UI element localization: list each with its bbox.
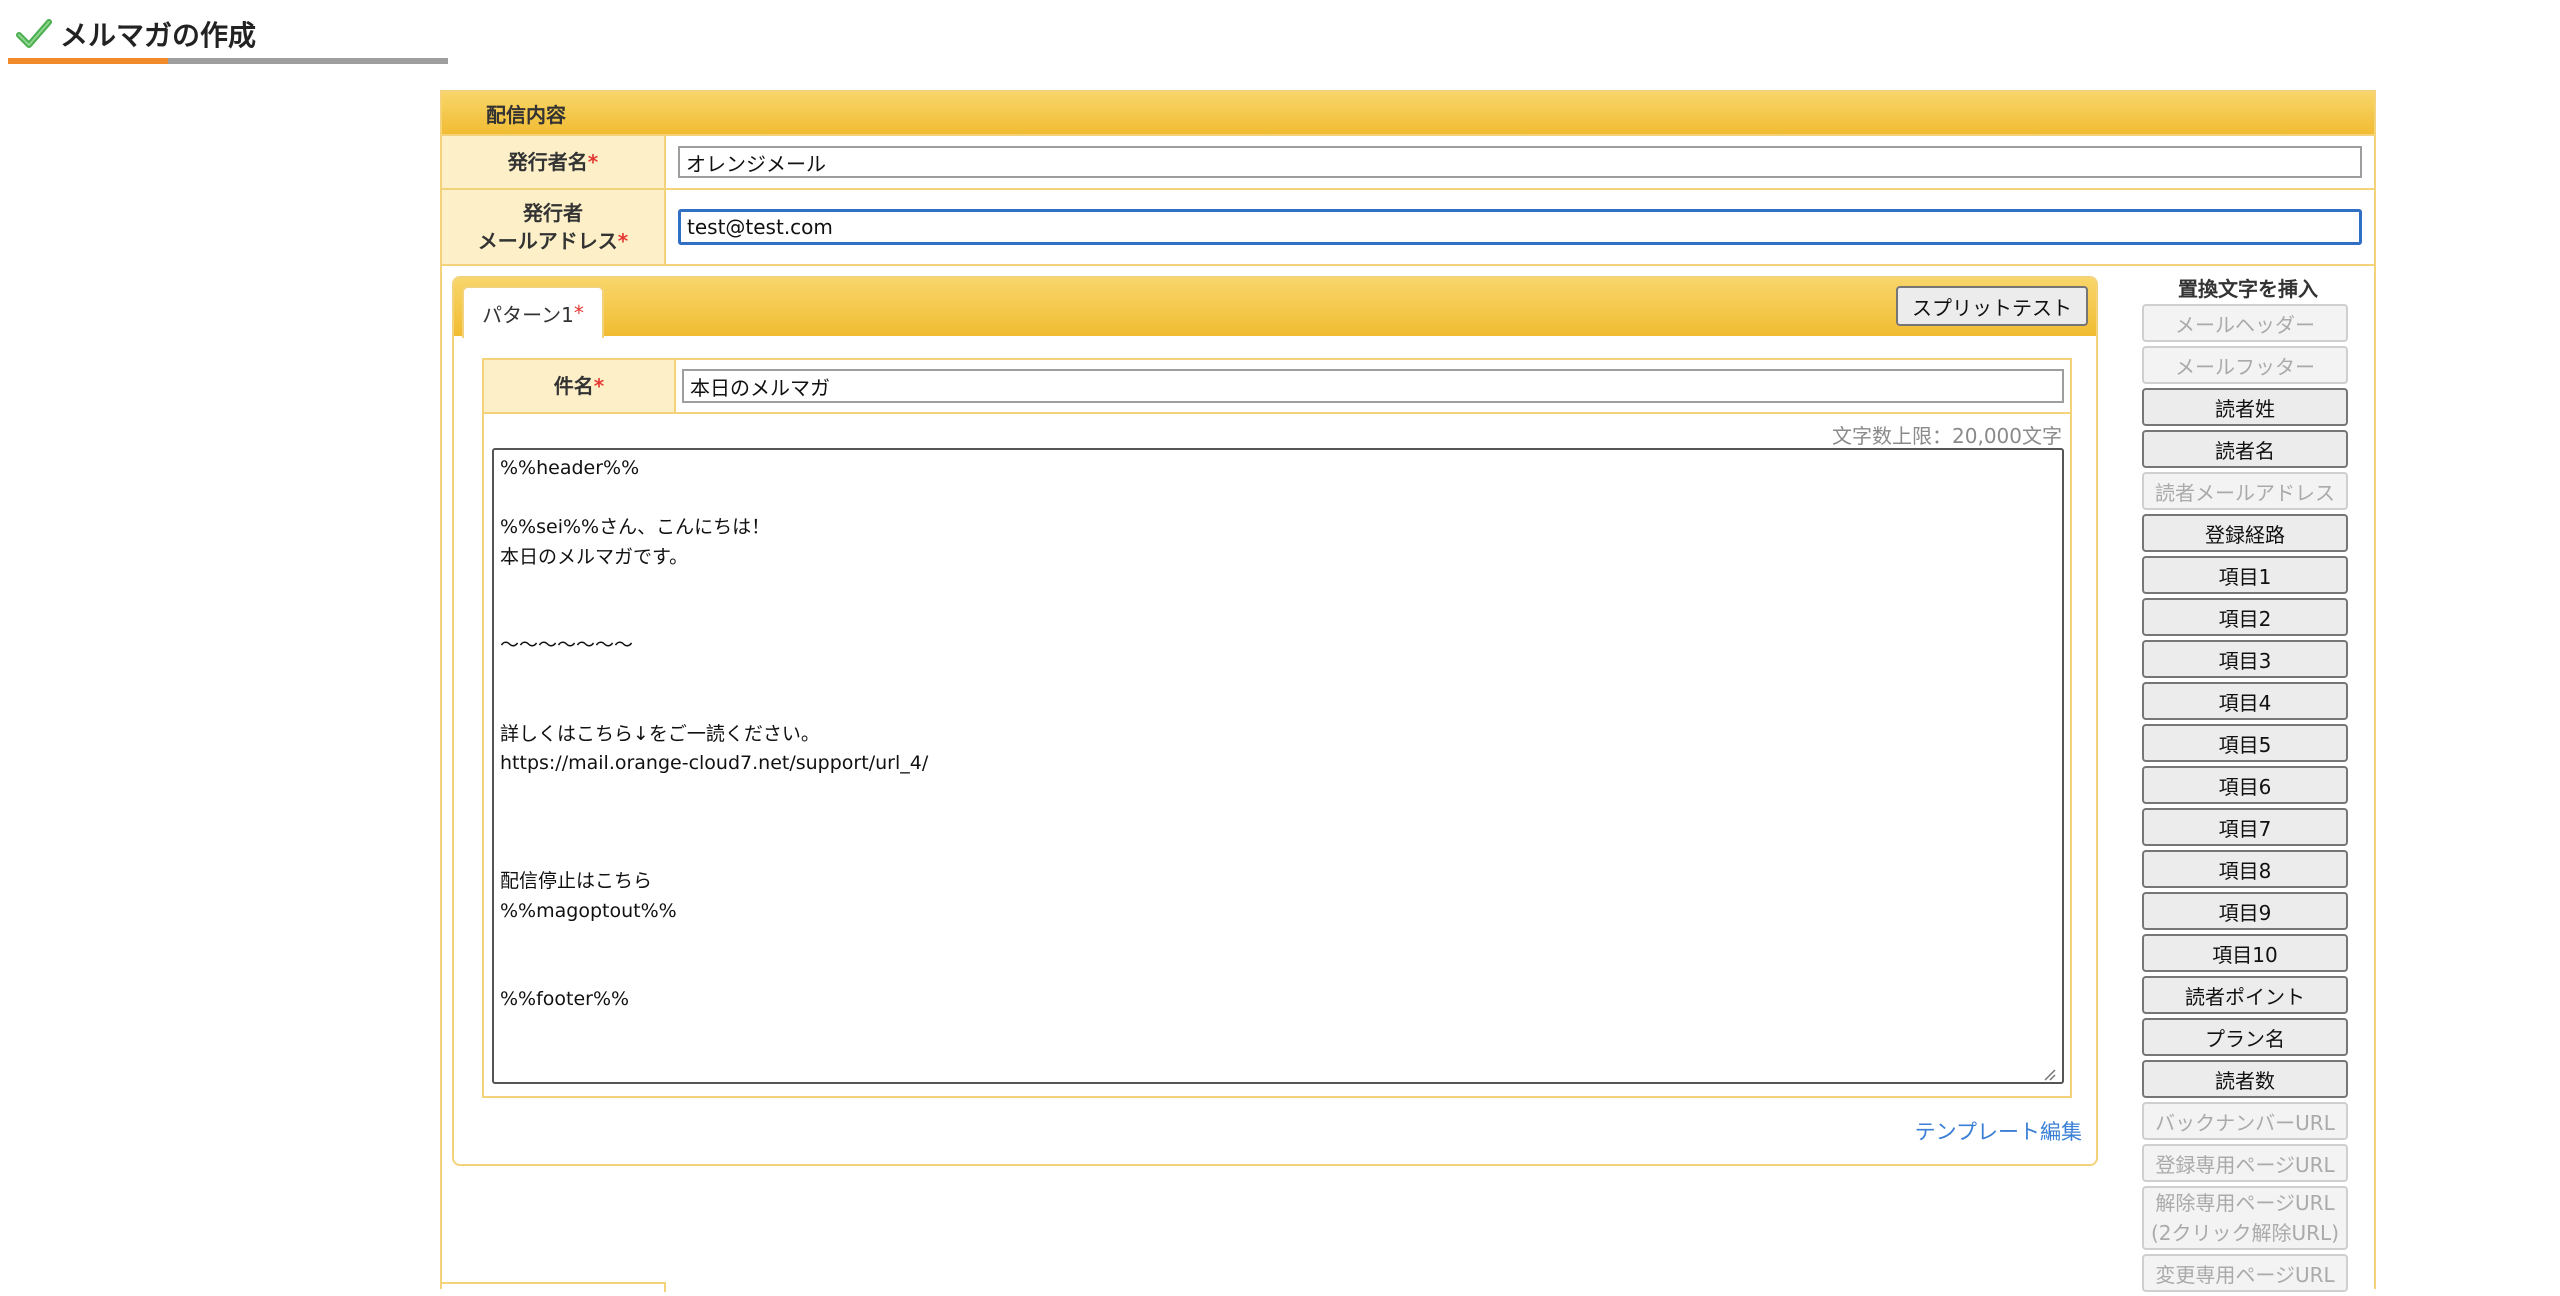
- placeholder-button-label: 読者名: [2215, 438, 2275, 463]
- placeholder-button-label: 項目2: [2218, 606, 2272, 631]
- subject-input[interactable]: [682, 369, 2064, 403]
- placeholder-button[interactable]: 項目2: [2142, 598, 2348, 636]
- placeholder-button[interactable]: 項目7: [2142, 808, 2348, 846]
- title-underline: [8, 58, 448, 64]
- placeholder-button-label-line2: (2クリック解除URL): [2150, 1221, 2339, 1245]
- sender-email-label: 発行者 メールアドレス*: [442, 190, 666, 264]
- placeholder-panel: 置換文字を挿入 メールヘッダー メールフッター 読者姓読者名読者メールアドレス 登録経…: [2142, 274, 2354, 1296]
- placeholder-button[interactable]: 項目1: [2142, 556, 2348, 594]
- placeholder-button-label: 項目1: [2218, 564, 2272, 589]
- placeholder-button-label: バックナンバーURL: [2155, 1110, 2335, 1135]
- placeholder-button-label: 項目9: [2218, 900, 2272, 925]
- placeholder-button[interactable]: 解除専用ページURL (2クリック解除URL): [2142, 1186, 2348, 1250]
- sender-email-label-line1: 発行者: [523, 201, 583, 225]
- placeholder-button-label: 項目4: [2218, 690, 2272, 715]
- placeholder-button[interactable]: 読者メールアドレス: [2142, 472, 2348, 510]
- placeholder-button-label: 読者ポイント: [2185, 984, 2305, 1009]
- placeholder-button[interactable]: メールフッター: [2142, 346, 2348, 384]
- placeholder-button[interactable]: 項目6: [2142, 766, 2348, 804]
- placeholder-button-label: 項目5: [2218, 732, 2272, 757]
- page-title: メルマガの作成: [60, 19, 257, 52]
- placeholder-button-label: 読者数: [2215, 1068, 2275, 1093]
- placeholder-button[interactable]: 項目4: [2142, 682, 2348, 720]
- pattern-panel: パターン1* スプリットテスト 件名* 文字数上限：20,000文字 %%: [452, 276, 2098, 1166]
- tab-pattern-1[interactable]: パターン1 *: [462, 286, 604, 338]
- placeholder-button[interactable]: プラン名: [2142, 1018, 2348, 1056]
- page-header: メルマガの作成: [8, 14, 448, 64]
- placeholder-button[interactable]: 読者数: [2142, 1060, 2348, 1098]
- placeholder-button-label: メールフッター: [2175, 354, 2315, 379]
- sender-email-row: 発行者 メールアドレス*: [442, 188, 2374, 264]
- placeholder-button-label: 項目10: [2212, 942, 2278, 967]
- placeholder-button-label: 読者姓: [2215, 396, 2275, 421]
- placeholder-button-list: メールヘッダー メールフッター 読者姓読者名読者メールアドレス 登録経路項目1 項目2 項…: [2142, 304, 2354, 1292]
- placeholder-button-label: プラン名: [2205, 1026, 2285, 1051]
- placeholder-button-label: 項目3: [2218, 648, 2272, 673]
- placeholder-button[interactable]: 項目3: [2142, 640, 2348, 678]
- placeholder-button-label: 項目7: [2218, 816, 2272, 841]
- placeholder-button-label: 読者メールアドレス: [2155, 480, 2335, 505]
- placeholder-title: 置換文字を挿入: [2178, 277, 2318, 301]
- placeholder-button[interactable]: 読者名: [2142, 430, 2348, 468]
- resize-grip-icon[interactable]: [2042, 1066, 2056, 1081]
- body-textarea[interactable]: %%header%% %%sei%%さん、こんにちは！ 本日のメルマガです。 〜…: [492, 448, 2064, 1084]
- page: メルマガの作成 配信内容 発行者名* 発行者 メールアドレス*: [0, 0, 2560, 1292]
- sender-email-value: [666, 190, 2374, 264]
- required-mark: *: [593, 374, 605, 398]
- subject-row: 件名 *: [484, 360, 2070, 414]
- char-limit-text: 文字数上限：20,000文字: [1832, 424, 2062, 448]
- placeholder-button[interactable]: 項目5: [2142, 724, 2348, 762]
- placeholder-button-label: 項目8: [2218, 858, 2272, 883]
- subject-label: 件名 *: [484, 360, 676, 412]
- sender-name-row: 発行者名 *: [442, 134, 2374, 188]
- sender-name-value: [666, 136, 2374, 188]
- sender-name-input[interactable]: [678, 146, 2362, 178]
- required-mark: *: [573, 301, 584, 325]
- placeholder-button[interactable]: 項目9: [2142, 892, 2348, 930]
- page-title-row: メルマガの作成: [8, 14, 448, 54]
- placeholder-button[interactable]: バックナンバーURL: [2142, 1102, 2348, 1140]
- tab-pattern-1-label: パターン1: [482, 302, 574, 327]
- subject-label-text: 件名: [553, 374, 594, 398]
- pattern-area: パターン1* スプリットテスト 件名* 文字数上限：20,000文字 %%: [442, 264, 2374, 1292]
- placeholder-button[interactable]: 変更専用ページURL: [2142, 1254, 2348, 1292]
- next-row-label-edge: [442, 1282, 666, 1292]
- placeholder-button[interactable]: 項目10: [2142, 934, 2348, 972]
- placeholder-button[interactable]: 読者ポイント: [2142, 976, 2348, 1014]
- placeholder-button-label: 変更専用ページURL: [2155, 1262, 2335, 1287]
- placeholder-button[interactable]: 項目8: [2142, 850, 2348, 888]
- pattern-tab-bar: パターン1 * スプリットテスト: [454, 278, 2096, 338]
- sender-name-label: 発行者名 *: [442, 136, 666, 188]
- placeholder-button-label: メールヘッダー: [2175, 312, 2315, 337]
- placeholder-button[interactable]: 読者姓: [2142, 388, 2348, 426]
- required-mark: *: [617, 229, 629, 253]
- message-editor: 件名* 文字数上限：20,000文字 %%header%% %%sei%%さん、…: [482, 358, 2072, 1098]
- sender-name-label-text: 発行者名: [507, 150, 588, 174]
- placeholder-button[interactable]: 登録経路: [2142, 514, 2348, 552]
- placeholder-button[interactable]: メールヘッダー: [2142, 304, 2348, 342]
- template-edit-link[interactable]: テンプレート編集: [1915, 1116, 2082, 1146]
- placeholder-button-label: 解除専用ページURL: [2155, 1191, 2335, 1215]
- check-icon: [16, 18, 52, 50]
- subject-value: [676, 360, 2070, 412]
- section-header: 配信内容: [442, 92, 2374, 134]
- sender-email-input[interactable]: [678, 209, 2362, 245]
- placeholder-button[interactable]: 登録専用ページURL: [2142, 1144, 2348, 1182]
- newsletter-form: 配信内容 発行者名* 発行者 メールアドレス*: [440, 90, 2376, 1292]
- split-test-button[interactable]: スプリットテスト: [1896, 286, 2088, 326]
- required-mark: *: [587, 150, 599, 174]
- sender-email-label-line2: メールアドレス: [477, 229, 618, 253]
- placeholder-button-label: 登録専用ページURL: [2155, 1152, 2335, 1177]
- placeholder-button-label: 項目6: [2218, 774, 2272, 799]
- placeholder-button-label: 登録経路: [2205, 522, 2285, 547]
